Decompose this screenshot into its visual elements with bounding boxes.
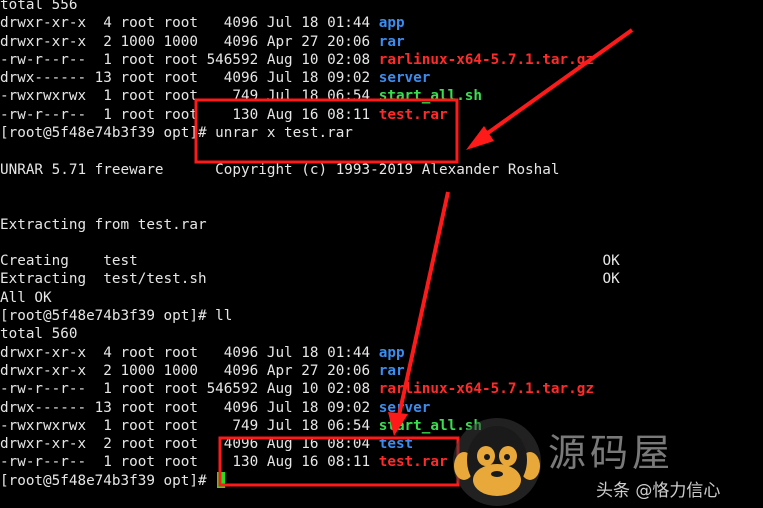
monkey-logo-icon <box>453 418 541 506</box>
terminal-text: [root@5f48e74b3f39 opt]# <box>0 472 216 489</box>
terminal-text: Creating test OK <box>0 253 620 270</box>
terminal-line: drwx------ 13 root root 4096 Jul 18 09:0… <box>0 69 763 87</box>
terminal-line: Extracting test/test.sh OK <box>0 270 763 288</box>
terminal-text: Extracting from test.rar <box>0 216 207 233</box>
file-name: server <box>378 399 431 416</box>
watermark-title: 源码屋 <box>548 431 675 475</box>
terminal-text: drwx------ 13 root root 4096 Jul 18 09:0… <box>0 399 379 416</box>
file-name: test.rar <box>378 106 448 123</box>
terminal-text: -rw-r--r-- 1 root root 130 Aug 16 08:11 <box>0 106 379 123</box>
terminal-text: [root@5f48e74b3f39 opt]# ll <box>0 308 233 325</box>
file-name: rarlinux-x64-5.7.1.tar.gz <box>378 381 594 398</box>
terminal-line: -rw-r--r-- 1 root root 546592 Aug 10 02:… <box>0 51 763 69</box>
terminal-line: -rw-r--r-- 1 root root 130 Aug 16 08:11 … <box>0 106 763 124</box>
file-name: app <box>378 15 405 32</box>
terminal-line: drwxr-xr-x 2 1000 1000 4096 Apr 27 20:06… <box>0 33 763 51</box>
terminal-line: total 560 <box>0 325 763 343</box>
terminal-text: [root@5f48e74b3f39 opt]# unrar x test.ra… <box>0 125 353 142</box>
terminal-text: drwxr-xr-x 2 1000 1000 4096 Apr 27 20:06 <box>0 362 379 379</box>
terminal-line: UNRAR 5.71 freeware Copyright (c) 1993-2… <box>0 161 763 179</box>
terminal-text: total 560 <box>0 326 78 343</box>
watermark: 源码屋 头条 @恪力信心 <box>448 408 763 508</box>
file-name: server <box>378 70 431 87</box>
terminal-text: -rw-r--r-- 1 root root 546592 Aug 10 02:… <box>0 51 379 68</box>
file-name: rar <box>378 362 405 379</box>
terminal-text: UNRAR 5.71 freeware Copyright (c) 1993-2… <box>0 161 560 178</box>
terminal-text: drwxr-xr-x 4 root root 4096 Jul 18 01:44 <box>0 15 379 32</box>
terminal-text: drwxr-xr-x 2 root root 4096 Aug 16 08:04 <box>0 436 379 453</box>
cursor <box>217 471 226 488</box>
terminal-line: [root@5f48e74b3f39 opt]# unrar x test.ra… <box>0 124 763 142</box>
terminal-line: -rwxrwxrwx 1 root root 749 Jul 18 06:54 … <box>0 87 763 105</box>
terminal-text: Extracting test/test.sh OK <box>0 271 620 288</box>
terminal-line: Creating test OK <box>0 252 763 270</box>
file-name: rar <box>378 33 405 50</box>
file-name: test.rar <box>378 454 448 471</box>
terminal-text: -rwxrwxrwx 1 root root 749 Jul 18 06:54 <box>0 88 379 105</box>
file-name: app <box>378 344 405 361</box>
terminal-line: drwxr-xr-x 2 1000 1000 4096 Apr 27 20:06… <box>0 362 763 380</box>
terminal-line: [root@5f48e74b3f39 opt]# ll <box>0 307 763 325</box>
terminal-text: total 556 <box>0 0 78 13</box>
terminal-line: -rw-r--r-- 1 root root 546592 Aug 10 02:… <box>0 380 763 398</box>
file-name: test <box>378 436 414 453</box>
terminal-line: Extracting from test.rar <box>0 216 763 234</box>
terminal-text: drwxr-xr-x 4 root root 4096 Jul 18 01:44 <box>0 344 379 361</box>
terminal-text: All OK <box>0 289 52 306</box>
terminal-line: drwxr-xr-x 4 root root 4096 Jul 18 01:44… <box>0 344 763 362</box>
watermark-subtitle: 头条 @恪力信心 <box>596 481 721 501</box>
terminal-line: drwxr-xr-x 4 root root 4096 Jul 18 01:44… <box>0 14 763 32</box>
terminal-text: -rwxrwxrwx 1 root root 749 Jul 18 06:54 <box>0 417 379 434</box>
file-name: start_all.sh <box>378 88 483 105</box>
terminal-text: -rw-r--r-- 1 root root 546592 Aug 10 02:… <box>0 381 379 398</box>
terminal-text: drwx------ 13 root root 4096 Jul 18 09:0… <box>0 70 379 87</box>
terminal-text: -rw-r--r-- 1 root root 130 Aug 16 08:11 <box>0 454 379 471</box>
terminal-text: drwxr-xr-x 2 1000 1000 4096 Apr 27 20:06 <box>0 33 379 50</box>
file-name: rarlinux-x64-5.7.1.tar.gz <box>378 51 594 68</box>
terminal-line: total 556 <box>0 0 763 14</box>
terminal-line: All OK <box>0 289 763 307</box>
